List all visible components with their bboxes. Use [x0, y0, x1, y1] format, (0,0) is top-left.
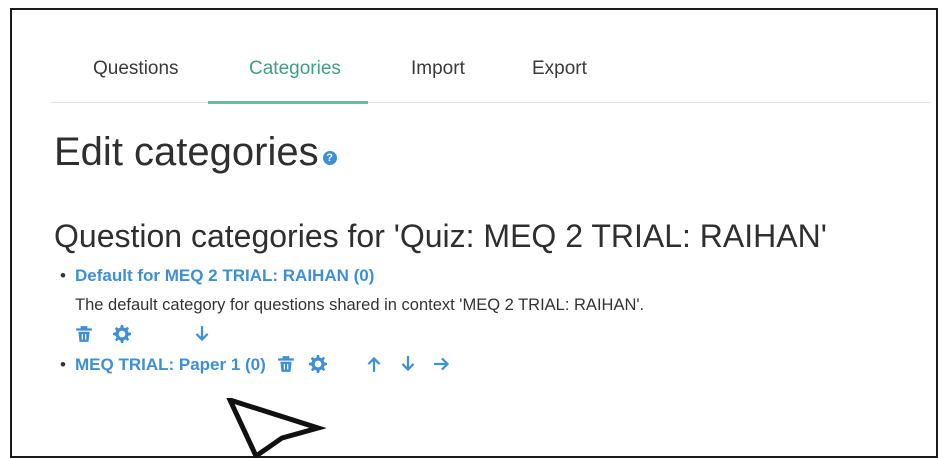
tab-bar: Questions Categories Import Export [50, 32, 930, 103]
help-icon[interactable]: ? [322, 151, 337, 165]
tab-categories[interactable]: Categories [249, 58, 341, 104]
category-list: Default for MEQ 2 TRIAL: RAIHAN (0) The … [52, 266, 912, 375]
arrow-down-icon[interactable] [193, 325, 211, 343]
mouse-pointer-icon [226, 398, 326, 458]
category-item-default: Default for MEQ 2 TRIAL: RAIHAN (0) The … [52, 266, 912, 349]
category-actions-paper1 [271, 355, 471, 373]
tab-import[interactable]: Import [411, 58, 465, 104]
page-frame: Questions Categories Import Export Edit … [10, 8, 938, 458]
gear-icon[interactable] [113, 325, 131, 343]
category-link-default[interactable]: Default for MEQ 2 TRIAL: RAIHAN (0) [75, 266, 374, 285]
arrow-down-icon[interactable] [399, 355, 417, 373]
trash-icon[interactable] [75, 325, 93, 343]
gear-icon[interactable] [308, 355, 327, 373]
active-tab-indicator [208, 101, 368, 104]
category-link-paper1[interactable]: MEQ TRIAL: Paper 1 (0) [75, 355, 266, 374]
trash-icon[interactable] [277, 355, 295, 373]
section-title: Question categories for 'Quiz: MEQ 2 TRI… [54, 218, 827, 254]
arrow-right-icon[interactable] [433, 355, 451, 373]
category-description: The default category for questions share… [75, 296, 645, 314]
arrow-up-icon[interactable] [365, 355, 383, 373]
tab-questions[interactable]: Questions [93, 58, 179, 104]
category-actions-default [75, 325, 912, 349]
page-title: Edit categories? [54, 130, 337, 175]
tab-export[interactable]: Export [532, 58, 587, 104]
category-item-paper1: MEQ TRIAL: Paper 1 (0) [52, 355, 912, 375]
page-title-text: Edit categories [54, 130, 319, 174]
